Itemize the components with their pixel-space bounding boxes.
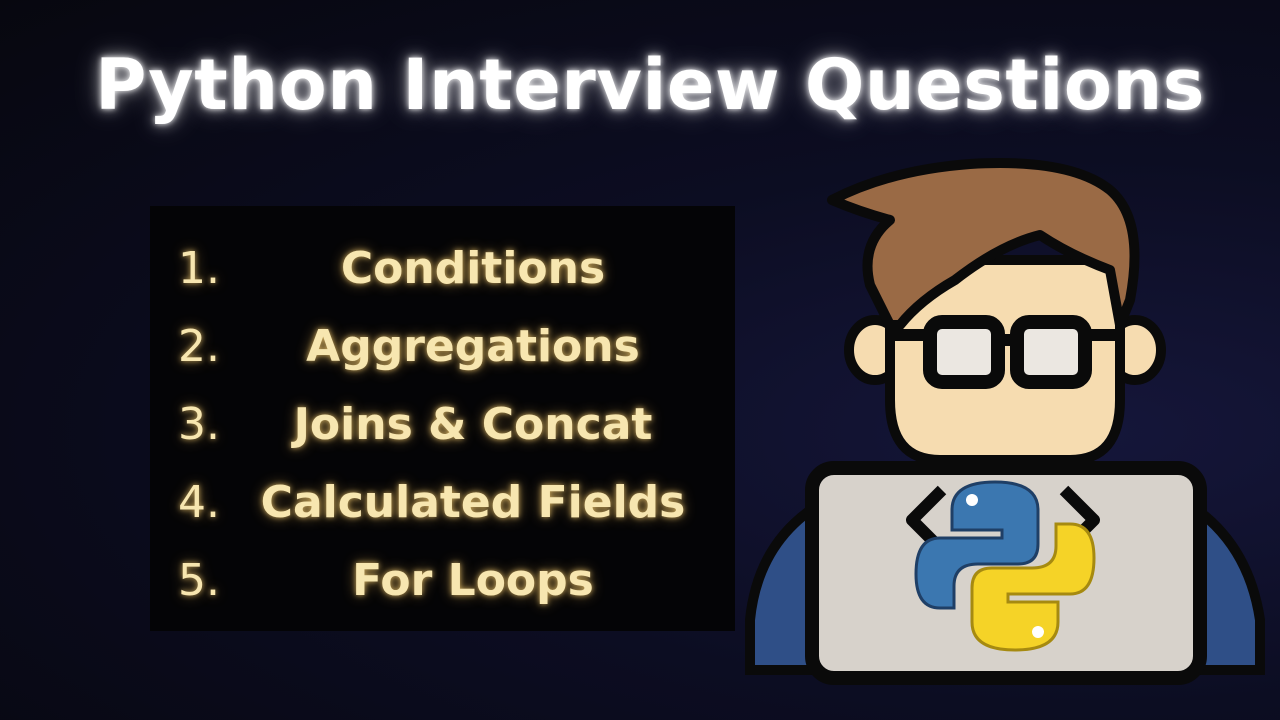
list-item-label: Conditions: [340, 243, 606, 294]
list-item: 4. Calculated Fields: [150, 464, 735, 542]
list-item: 3. Joins & Concat: [150, 386, 735, 464]
page-title: Python Interview Questions: [95, 44, 1205, 126]
list-item-number: 2.: [178, 321, 220, 372]
developer-character-illustration: [745, 158, 1265, 685]
list-item-label: For Loops: [352, 555, 594, 606]
list-item-number: 1.: [178, 243, 220, 294]
list-item: 5. For Loops: [150, 542, 735, 620]
list-item: 2. Aggregations: [150, 308, 735, 386]
list-item: 1. Conditions: [150, 230, 735, 308]
list-item-label: Joins & Concat: [293, 399, 653, 450]
list-item-label: Aggregations: [306, 321, 640, 372]
list-item-number: 3.: [178, 399, 220, 450]
list-item-number: 5.: [178, 555, 220, 606]
topic-list: 1. Conditions 2. Aggregations 3. Joins &…: [150, 206, 735, 631]
list-item-number: 4.: [178, 477, 220, 528]
list-item-label: Calculated Fields: [260, 477, 686, 528]
